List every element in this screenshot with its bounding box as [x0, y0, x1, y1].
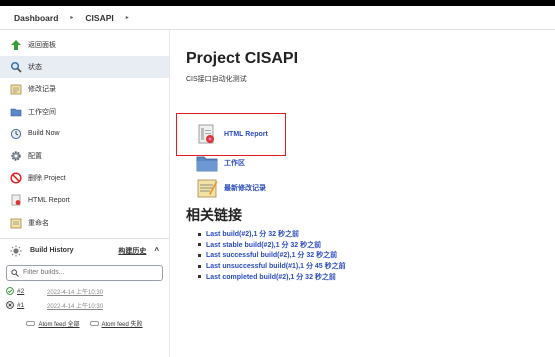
breadcrumb-project[interactable]: CISAPI: [81, 13, 117, 23]
build-date[interactable]: 2022-4-14 上午10:30: [47, 287, 103, 296]
main-content: Project CISAPI CIS接口自动化测试 HTML Report 工作…: [176, 30, 546, 281]
search-icon: [11, 269, 19, 277]
sun-icon: [10, 245, 22, 257]
gear-icon: [10, 150, 22, 162]
related-link[interactable]: Last build(#2),1 分 32 秒之前: [206, 229, 299, 239]
atom-feed-all-link[interactable]: Atom feed 全部: [26, 319, 80, 328]
rss-icon: [89, 320, 99, 326]
clock-icon: [10, 128, 22, 140]
folder-icon: [196, 152, 218, 174]
sidebar-item-label: 配置: [28, 153, 42, 161]
chevron-up-icon[interactable]: ^: [154, 246, 159, 255]
list-item[interactable]: Last successful build(#2),1 分 32 秒之前: [198, 250, 346, 261]
list-item[interactable]: Last unsuccessful build(#1),1 分 45 秒之前: [198, 261, 346, 272]
chevron-right-icon[interactable]: ▸: [62, 14, 81, 21]
filter-builds-field[interactable]: [6, 264, 163, 281]
workspace-link[interactable]: 工作区: [196, 152, 245, 174]
build-history-header: Build History 构建历史 ^: [0, 239, 169, 263]
html-report-label: HTML Report: [224, 130, 268, 138]
sidebar-item-label: 修改记录: [28, 86, 56, 94]
rss-icon: [26, 320, 36, 326]
related-link[interactable]: Last successful build(#2),1 分 32 秒之前: [206, 250, 337, 260]
sidebar-item-configure[interactable]: 配置: [0, 145, 169, 167]
arrow-up-icon: [10, 39, 22, 51]
related-links-list: Last build(#2),1 分 32 秒之前 Last stable bu…: [198, 229, 346, 282]
notepad-icon: [10, 217, 22, 229]
sidebar-item-label: 状态: [28, 64, 42, 72]
sidebar-item-label: Build Now: [28, 130, 60, 138]
build-trend-link[interactable]: 构建历史: [118, 246, 146, 256]
atom-feed-fail-link[interactable]: Atom feed 失败: [89, 319, 143, 328]
workspace-label: 工作区: [224, 160, 245, 167]
list-item[interactable]: Last completed build(#2),1 分 32 秒之前: [198, 271, 346, 282]
sidebar-item-status[interactable]: 状态: [0, 56, 169, 79]
related-links-title: 相关链接: [186, 207, 242, 223]
sidebar-item-workspace[interactable]: 工作空间: [0, 101, 169, 123]
breadcrumb: Dashboard ▸ CISAPI ▸: [0, 6, 555, 30]
build-history-title: Build History: [30, 247, 74, 255]
sidebar-item-label: 重命名: [28, 219, 49, 227]
recent-changes-link[interactable]: 最新修改记录: [196, 177, 266, 199]
related-link[interactable]: Last unsuccessful build(#1),1 分 45 秒之前: [206, 261, 346, 271]
build-row[interactable]: #2 2022-4-14 上午10:30: [0, 285, 169, 299]
atom-feeds: Atom feed 全部 Atom feed 失败: [0, 319, 169, 328]
search-icon: [10, 61, 22, 73]
report-icon: [196, 123, 218, 145]
list-item[interactable]: Last build(#2),1 分 32 秒之前: [198, 229, 346, 240]
list-item[interactable]: Last stable build(#2),1 分 32 秒之前: [198, 240, 346, 251]
build-number[interactable]: #2: [17, 288, 47, 295]
build-number[interactable]: #1: [17, 302, 47, 309]
sidebar-item-label: 工作空间: [28, 108, 56, 116]
sidebar-item-label: HTML Report: [28, 196, 70, 204]
page-title: Project CISAPI: [186, 50, 299, 67]
success-check-icon: [6, 286, 14, 297]
related-link[interactable]: Last stable build(#2),1 分 32 秒之前: [206, 240, 321, 250]
sidebar-item-html-report[interactable]: HTML Report: [0, 189, 169, 211]
sidebar-item-changes[interactable]: 修改记录: [0, 78, 169, 100]
breadcrumb-dashboard[interactable]: Dashboard: [10, 13, 62, 23]
sidebar-item-delete-project[interactable]: 删除 Project: [0, 167, 169, 189]
build-history-panel: Build History 构建历史 ^ #2 2022-4-14 上午10:3…: [0, 237, 169, 328]
sidebar: 返回面板 状态 修改记录 工作空间 Build Now 配置 删除 Projec…: [0, 30, 170, 357]
filter-builds-input[interactable]: [22, 269, 162, 277]
sidebar-item-build-now[interactable]: Build Now: [0, 123, 169, 145]
build-date[interactable]: 2022-4-14 上午10:30: [47, 301, 103, 310]
chevron-right-icon[interactable]: ▸: [118, 14, 137, 21]
notepad-icon: [196, 177, 218, 199]
report-icon: [10, 194, 22, 206]
project-description: CIS接口自动化测试: [186, 76, 247, 83]
related-link[interactable]: Last completed build(#2),1 分 32 秒之前: [206, 272, 336, 282]
sidebar-item-rename[interactable]: 重命名: [0, 212, 169, 234]
folder-icon: [10, 106, 22, 118]
sidebar-item-label: 返回面板: [28, 42, 56, 50]
sidebar-item-label: 删除 Project: [28, 175, 66, 183]
failure-x-icon: [6, 300, 14, 311]
build-row[interactable]: #1 2022-4-14 上午10:30: [0, 299, 169, 313]
recent-changes-label: 最新修改记录: [224, 185, 266, 192]
atom-feed-all-label: Atom feed 全部: [38, 321, 80, 328]
atom-feed-fail-label: Atom feed 失败: [101, 321, 143, 328]
no-entry-icon: [10, 172, 22, 184]
notepad-icon: [10, 83, 22, 95]
sidebar-item-back[interactable]: 返回面板: [0, 34, 169, 56]
html-report-link[interactable]: HTML Report: [196, 123, 268, 145]
